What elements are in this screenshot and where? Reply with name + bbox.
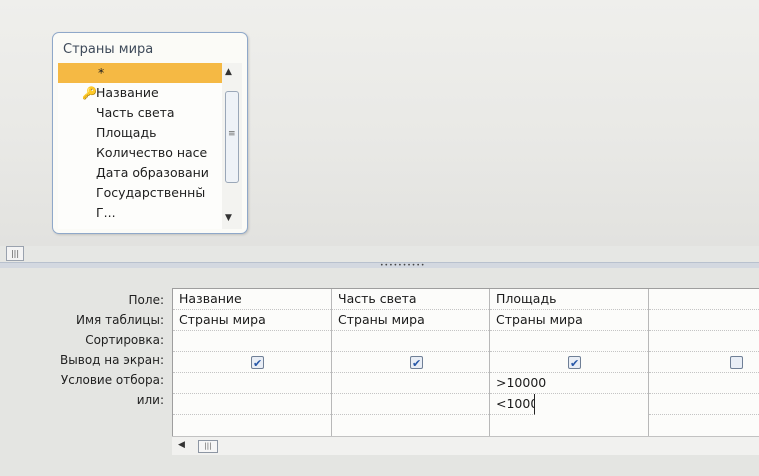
row-label-table: Имя таблицы: [76,313,164,327]
field-list: * 🔑 Название Часть света Площадь Количест… [58,63,222,229]
field-item-ploshchad[interactable]: Площадь [58,123,222,143]
field-label: Дата образовани [96,165,209,180]
row-label-field: Поле: [128,293,164,307]
field-label: Государственны̆ [96,185,206,200]
grid-column-4[interactable] [649,289,759,437]
row-label-criteria: Условие отбора: [60,373,164,387]
field-item-data[interactable]: Дата образовани [58,163,222,183]
sort-cell[interactable] [332,331,489,352]
field-list-scrollbar[interactable]: ▲ ≡ ▼ [222,63,242,229]
scroll-thumb[interactable]: ≡ [225,91,239,183]
field-item-all[interactable]: * [58,63,222,83]
field-label: * [98,65,105,80]
show-checkbox[interactable] [730,356,743,369]
criteria-cell[interactable] [173,373,331,394]
criteria-cell[interactable]: >10000 [490,373,648,394]
pane-splitter-handle[interactable]: ||| [6,246,24,261]
scroll-thumb[interactable]: ||| [198,440,218,453]
grid-column-3[interactable]: Площадь Страны мира >10000 <1000 [490,289,649,437]
or-cell[interactable] [332,394,489,415]
field-item-kolichestvo[interactable]: Количество насе [58,143,222,163]
or-cell[interactable]: <1000 [490,394,535,415]
field-label: Площадь [96,125,157,140]
field-item-nazvanie[interactable]: 🔑 Название [58,83,222,103]
table-cell[interactable] [649,310,759,331]
table-title: Страны мира [63,42,154,57]
field-cell[interactable]: Название [173,289,331,310]
scroll-up-icon[interactable]: ▲ [225,67,232,77]
field-label: Г... [96,205,116,220]
grid-column-1[interactable]: Название Страны мира [173,289,332,437]
sort-cell[interactable] [490,331,648,352]
show-checkbox[interactable] [568,354,581,372]
row-label-show: Вывод на экран: [60,353,164,367]
criteria-cell[interactable] [332,373,489,394]
field-item-gosudarstvenny[interactable]: Государственны̆ [58,183,222,203]
or-cell[interactable] [173,394,331,415]
grid-horizontal-scrollbar[interactable]: ◀ ||| [172,436,759,455]
primary-key-icon: 🔑 [82,86,97,100]
show-cell [649,352,759,373]
field-cell[interactable] [649,289,759,310]
table-cell[interactable]: Страны мира [332,310,489,331]
field-label: Количество насе [96,145,208,160]
query-grid: Название Страны мира Часть света Страны … [172,288,759,437]
scroll-down-icon[interactable]: ▼ [225,213,232,223]
field-label: Название [96,85,159,100]
sort-cell[interactable] [649,331,759,352]
table-cell[interactable]: Страны мира [490,310,648,331]
sort-cell[interactable] [173,331,331,352]
show-checkbox[interactable] [251,354,264,372]
grid-column-2[interactable]: Часть света Страны мира [332,289,490,437]
grid-row-labels: Поле: Имя таблицы: Сортировка: Вывод на … [0,290,168,410]
query-design-grid-pane: Поле: Имя таблицы: Сортировка: Вывод на … [0,268,759,476]
field-label: Часть света [96,105,175,120]
field-item-partial[interactable]: Г... [58,203,222,223]
field-cell[interactable]: Часть света [332,289,489,310]
show-checkbox[interactable] [410,354,423,372]
show-cell [173,352,331,373]
or-cell[interactable] [649,394,759,415]
show-cell [490,352,648,373]
show-cell [332,352,489,373]
field-item-chast-sveta[interactable]: Часть света [58,103,222,123]
table-cell[interactable]: Страны мира [173,310,331,331]
table-field-list[interactable]: Страны мира * 🔑 Название Часть света Площ… [52,32,248,234]
field-cell[interactable]: Площадь [490,289,648,310]
query-design-upper-pane: Страны мира * 🔑 Название Часть света Площ… [0,0,759,246]
row-label-or: или: [136,393,164,407]
criteria-cell[interactable] [649,373,759,394]
row-label-sort: Сортировка: [85,333,164,347]
scroll-left-icon[interactable]: ◀ [178,440,185,450]
grip-icon: ≡ [228,129,236,139]
